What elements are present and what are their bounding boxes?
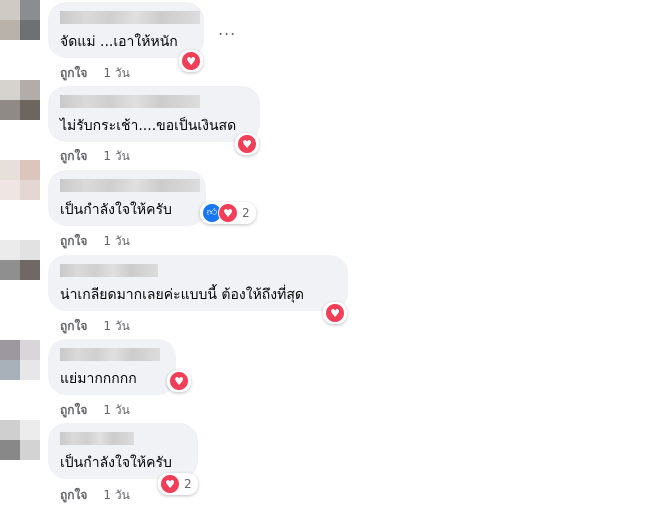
comment-bubble: ไม่รับกระเช้า....ขอเป็นเงินสด bbox=[48, 86, 260, 142]
comment-text: แย่มากกกกก bbox=[60, 371, 137, 387]
comment-actions: ถูกใจ 1 วัน bbox=[60, 232, 130, 251]
comment-actions: ถูกใจ 1 วัน bbox=[60, 317, 130, 336]
reaction-summary[interactable]: 👍︎ ♥ 2 bbox=[200, 202, 256, 224]
reaction-count: 2 bbox=[242, 206, 250, 220]
comment-actions: ถูกใจ 1 วัน bbox=[60, 486, 130, 505]
comment-actions: ถูกใจ 1 วัน bbox=[60, 147, 130, 166]
author-name-pixelated[interactable] bbox=[60, 432, 134, 445]
heart-icon: ♥ bbox=[169, 371, 189, 391]
heart-icon: ♥ bbox=[160, 474, 180, 494]
reaction-summary[interactable]: ♥ bbox=[167, 370, 191, 392]
comment-text: เป็นกำลังใจให้ครับ bbox=[60, 455, 172, 471]
more-options-icon[interactable]: ... bbox=[218, 20, 236, 39]
heart-icon: ♥ bbox=[181, 51, 201, 71]
timestamp[interactable]: 1 วัน bbox=[103, 66, 129, 80]
heart-icon: ♥ bbox=[237, 134, 257, 154]
avatar[interactable] bbox=[0, 240, 40, 280]
comment-actions: ถูกใจ 1 วัน bbox=[60, 401, 130, 420]
timestamp[interactable]: 1 วัน bbox=[103, 403, 129, 417]
reaction-summary[interactable]: ♥ bbox=[179, 50, 203, 72]
like-link[interactable]: ถูกใจ bbox=[60, 488, 87, 502]
timestamp[interactable]: 1 วัน bbox=[103, 149, 129, 163]
like-link[interactable]: ถูกใจ bbox=[60, 234, 87, 248]
reaction-summary[interactable]: ♥ bbox=[323, 302, 347, 324]
comment-bubble: เป็นกำลังใจให้ครับ bbox=[48, 423, 198, 479]
like-link[interactable]: ถูกใจ bbox=[60, 149, 87, 163]
author-name-pixelated[interactable] bbox=[60, 179, 200, 192]
comment-text: จัดแม่ ...เอาให้หนัก bbox=[60, 34, 178, 50]
heart-icon: ♥ bbox=[218, 203, 238, 223]
author-name-pixelated[interactable] bbox=[60, 11, 200, 24]
author-name-pixelated[interactable] bbox=[60, 264, 158, 277]
like-link[interactable]: ถูกใจ bbox=[60, 319, 87, 333]
timestamp[interactable]: 1 วัน bbox=[103, 488, 129, 502]
avatar[interactable] bbox=[0, 420, 40, 460]
comment-bubble: น่าเกลียดมากเลยค่ะแบบนี้ ต้องให้ถึงที่สุ… bbox=[48, 255, 348, 311]
comment-text: น่าเกลียดมากเลยค่ะแบบนี้ ต้องให้ถึงที่สุ… bbox=[60, 287, 304, 303]
timestamp[interactable]: 1 วัน bbox=[103, 319, 129, 333]
comment-text: ไม่รับกระเช้า....ขอเป็นเงินสด bbox=[60, 118, 237, 134]
comment-bubble: จัดแม่ ...เอาให้หนัก bbox=[48, 2, 204, 58]
heart-icon: ♥ bbox=[325, 303, 345, 323]
avatar[interactable] bbox=[0, 0, 40, 40]
avatar[interactable] bbox=[0, 340, 40, 380]
reaction-summary[interactable]: ♥ bbox=[235, 133, 259, 155]
avatar[interactable] bbox=[0, 160, 40, 200]
comment-bubble: แย่มากกกกก bbox=[48, 339, 176, 395]
author-name-pixelated[interactable] bbox=[60, 348, 160, 361]
avatar[interactable] bbox=[0, 80, 40, 120]
author-name-pixelated[interactable] bbox=[60, 95, 200, 108]
reaction-summary[interactable]: ♥ 2 bbox=[158, 473, 198, 495]
like-link[interactable]: ถูกใจ bbox=[60, 66, 87, 80]
timestamp[interactable]: 1 วัน bbox=[103, 234, 129, 248]
reaction-count: 2 bbox=[184, 477, 192, 491]
comment-text: เป็นกำลังใจให้ครับ bbox=[60, 202, 172, 218]
comment-actions: ถูกใจ 1 วัน bbox=[60, 64, 130, 83]
like-link[interactable]: ถูกใจ bbox=[60, 403, 87, 417]
comment-bubble: เป็นกำลังใจให้ครับ bbox=[48, 170, 206, 226]
